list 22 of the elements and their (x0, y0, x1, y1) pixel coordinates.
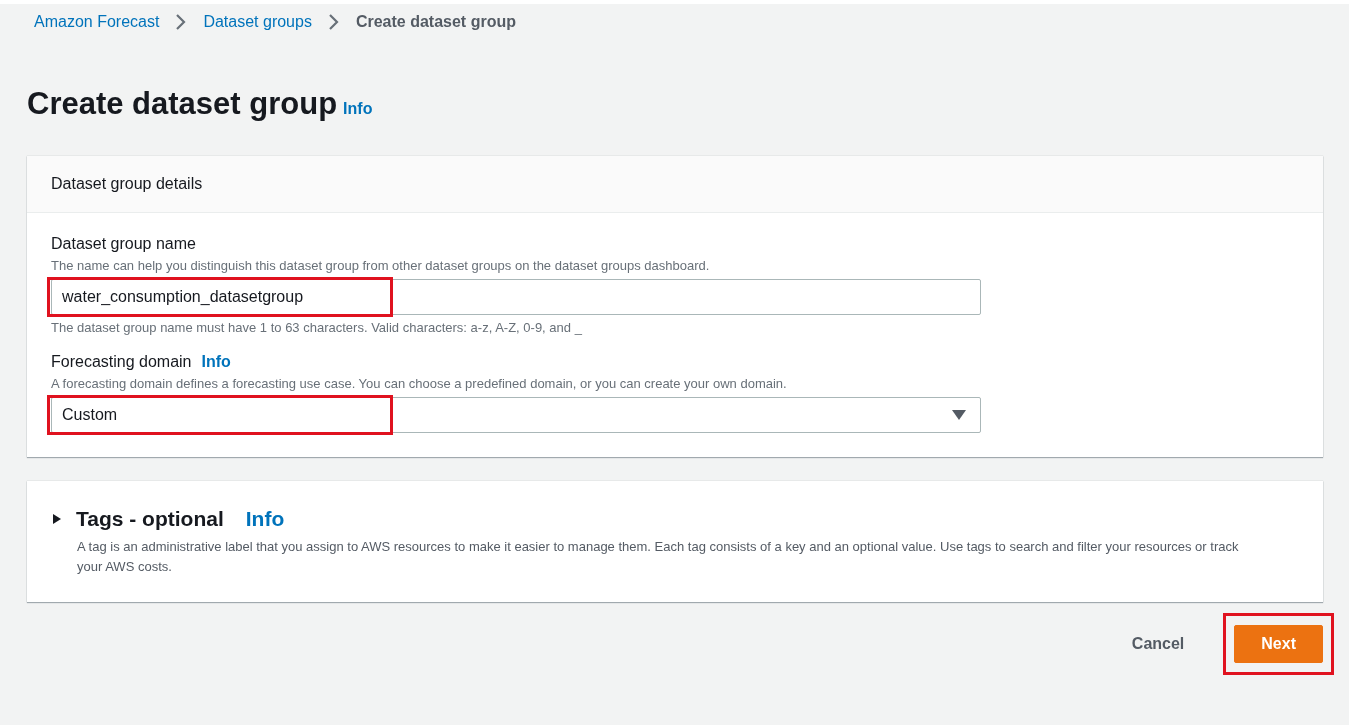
tags-title[interactable]: Tags - optional (76, 507, 224, 531)
cancel-button[interactable]: Cancel (1111, 625, 1205, 663)
field-description: A forecasting domain defines a forecasting use case. You can choose a predefined domain, or you can create your own domain. (51, 376, 788, 391)
tags-description: A tag is an administrative label that you assign to AWS resources to make it easier to manage them. Each tag consists of a key and an optional value. Use tags to search and filter your resources or track your AWS costs. (77, 538, 1240, 576)
field-label: Forecasting domain (51, 353, 192, 371)
domain-select[interactable]: Custom (51, 397, 981, 433)
chevron-right-icon (327, 13, 340, 31)
chevron-right-icon (175, 13, 188, 31)
breadcrumb-link[interactable]: Dataset groups (203, 13, 312, 31)
panel-header: Dataset group details (51, 175, 203, 192)
info-link[interactable]: Info (201, 353, 231, 371)
page-title: Create dataset group (27, 86, 338, 122)
breadcrumb-link[interactable]: Amazon Forecast (34, 13, 160, 31)
field-label: Dataset group name (51, 235, 196, 253)
constraint-text: The dataset group name must have 1 to 63 characters. Valid characters: a-z, A-Z, 0-9, and _ (51, 320, 583, 335)
name-input-field[interactable]: water_consumption_datasetgroup (51, 279, 981, 315)
info-link[interactable]: Info (245, 507, 285, 531)
field-description: The name can help you distinguish this dataset group from other dataset groups on the dataset groups dashboard. (51, 258, 711, 273)
dropdown-caret-icon (952, 410, 966, 420)
expand-triangle-icon[interactable] (52, 513, 62, 525)
info-link[interactable]: Info (343, 100, 373, 118)
next-button[interactable]: Next (1234, 625, 1323, 663)
